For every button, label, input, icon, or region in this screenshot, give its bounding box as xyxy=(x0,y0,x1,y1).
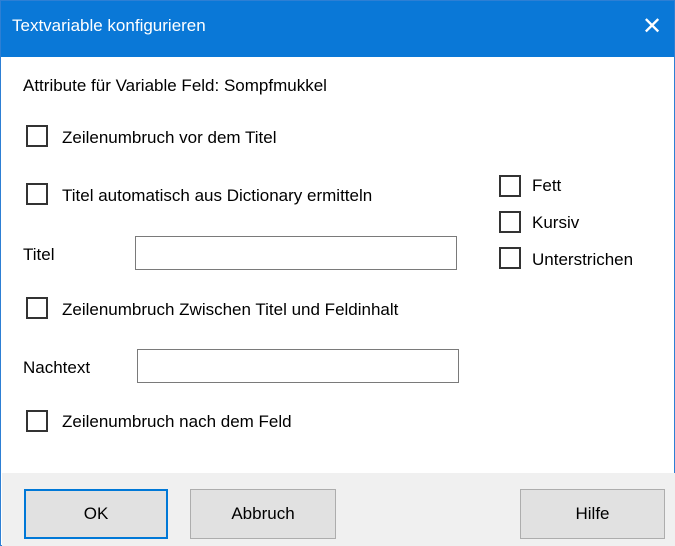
bold-checkbox[interactable] xyxy=(499,175,521,197)
line-break-between-checkbox[interactable] xyxy=(26,297,48,319)
title-field-label: Titel xyxy=(23,245,55,264)
button-bar: OK Abbruch Hilfe xyxy=(2,473,675,546)
dialog-window: Textvariable konfigurieren ✕ Attribute f… xyxy=(0,0,675,546)
italic-checkbox[interactable] xyxy=(499,211,521,233)
line-break-after-field-checkbox[interactable] xyxy=(26,410,48,432)
attribute-label: Attribute für Variable Feld: Sompfmukkel xyxy=(23,76,327,95)
underline-checkbox[interactable] xyxy=(499,247,521,269)
auto-title-dictionary-checkbox[interactable] xyxy=(26,183,48,205)
auto-title-dictionary-label[interactable]: Titel automatisch aus Dictionary ermitte… xyxy=(62,186,372,206)
posttext-field-label: Nachtext xyxy=(23,358,91,377)
line-break-before-title-label[interactable]: Zeilenumbruch vor dem Titel xyxy=(62,128,276,148)
posttext-input[interactable] xyxy=(137,349,459,383)
line-break-before-title-checkbox[interactable] xyxy=(26,125,48,147)
window-title: Textvariable konfigurieren xyxy=(12,16,206,35)
line-break-after-field-label[interactable]: Zeilenumbruch nach dem Feld xyxy=(62,412,292,432)
cancel-button[interactable]: Abbruch xyxy=(190,489,336,539)
line-break-between-label[interactable]: Zeilenumbruch Zwischen Titel und Feldinh… xyxy=(62,300,398,320)
underline-label[interactable]: Unterstrichen xyxy=(532,250,633,270)
help-button[interactable]: Hilfe xyxy=(520,489,665,539)
title-bar: Textvariable konfigurieren ✕ xyxy=(1,1,674,57)
ok-button[interactable]: OK xyxy=(24,489,168,539)
italic-label[interactable]: Kursiv xyxy=(532,213,579,233)
close-icon[interactable]: ✕ xyxy=(636,11,668,43)
title-input[interactable] xyxy=(135,236,457,270)
bold-label[interactable]: Fett xyxy=(532,176,561,196)
